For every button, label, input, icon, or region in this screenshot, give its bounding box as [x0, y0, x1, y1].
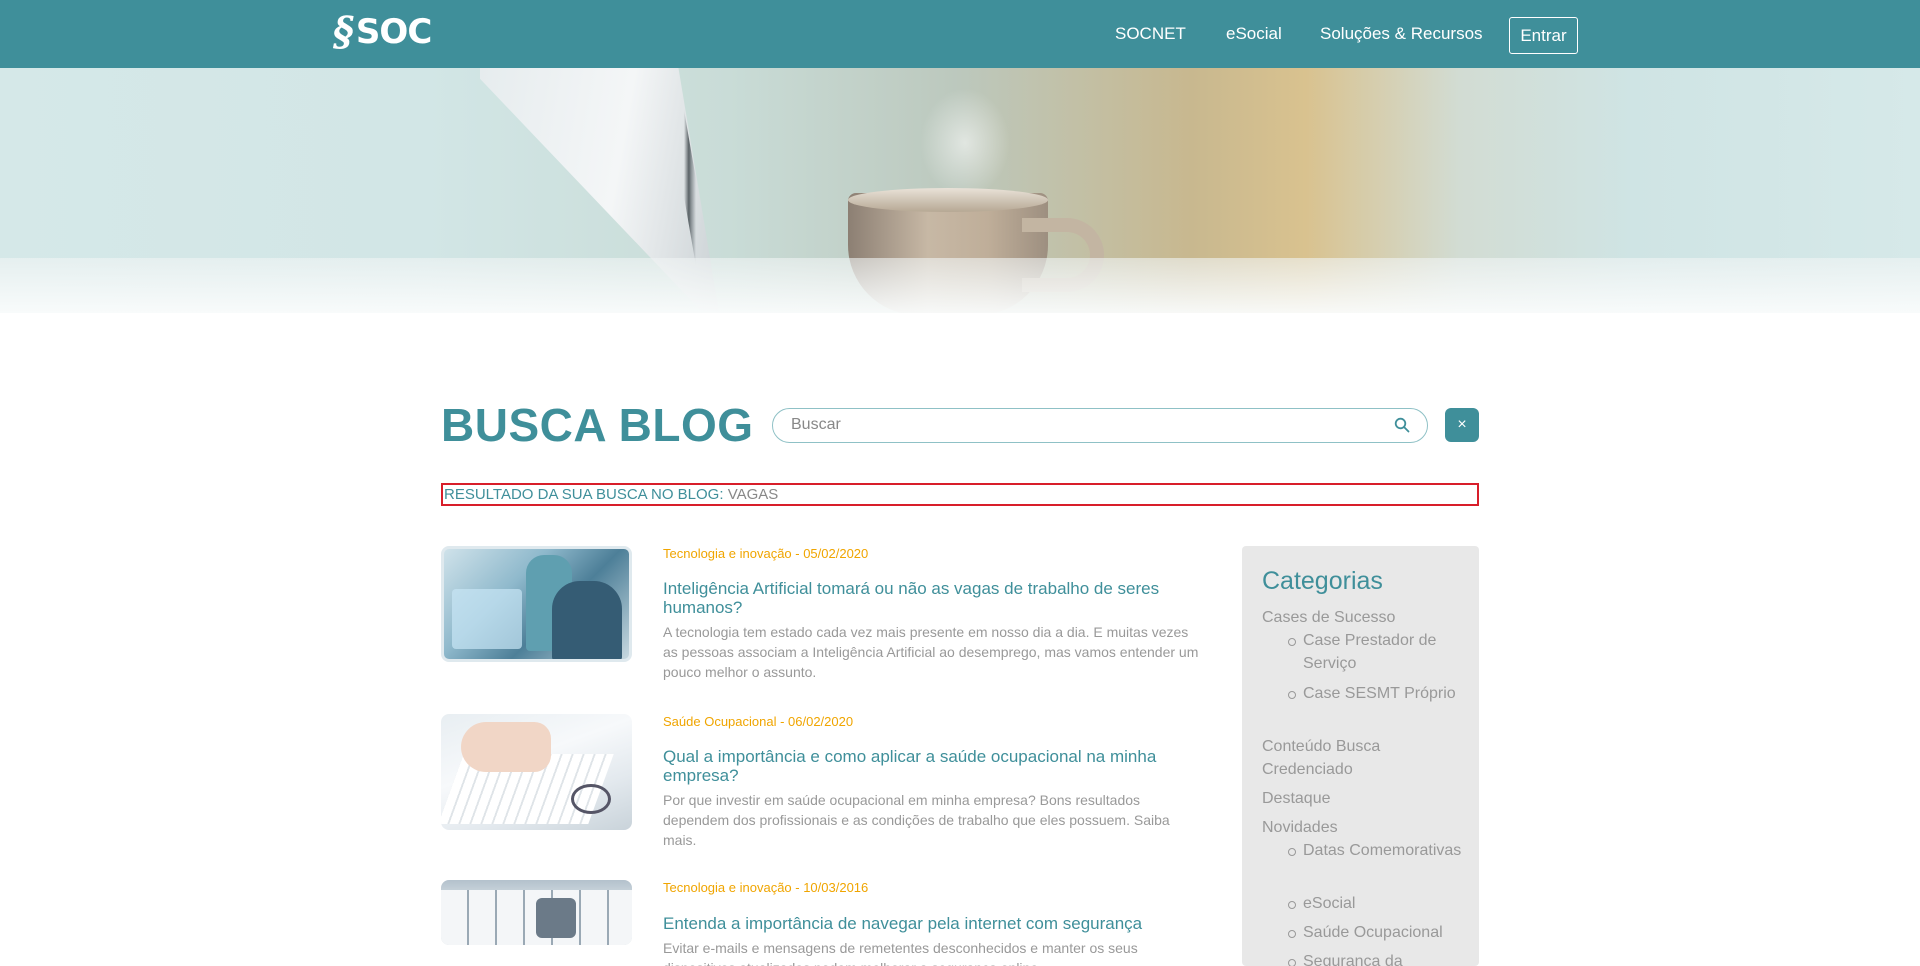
coffee-cup-rim-image [848, 188, 1048, 212]
post-title-link[interactable]: Entenda a importância de navegar pela in… [663, 914, 1198, 933]
bullet-icon [1288, 930, 1296, 938]
category-case-sesmt[interactable]: Case SESMT Próprio [1303, 682, 1468, 705]
category-case-prestador[interactable]: Case Prestador de Serviço [1303, 629, 1468, 675]
nav-solucoes-recursos[interactable]: Soluções & Recursos [1320, 24, 1483, 44]
bullet-icon [1288, 901, 1296, 909]
nav-esocial[interactable]: eSocial [1226, 24, 1282, 44]
post-thumbnail[interactable] [441, 880, 632, 945]
page-title: BUSCA BLOG [441, 399, 754, 451]
post-thumbnail[interactable] [441, 714, 632, 830]
category-datas-comemorativas[interactable]: Datas Comemorativas [1303, 839, 1468, 862]
screen-image [452, 589, 522, 649]
steam-image [920, 88, 1010, 198]
bullet-icon [1288, 848, 1296, 856]
blog-post-card: Saúde Ocupacional - 06/02/2020 Qual a im… [441, 714, 1201, 849]
blog-post-card: Tecnologia e inovação - 05/02/2020 Intel… [441, 546, 1201, 681]
search-box [772, 408, 1428, 443]
category-esocial[interactable]: eSocial [1303, 892, 1468, 915]
bullet-icon [1288, 691, 1296, 699]
result-term: VAGAS [727, 486, 779, 503]
category-novidades[interactable]: Novidades [1262, 816, 1467, 839]
categories-sidebar: Categorias Cases de Sucesso Case Prestad… [1242, 546, 1479, 966]
category-saude-ocupacional[interactable]: Saúde Ocupacional [1303, 921, 1468, 944]
hero-banner [0, 68, 1920, 313]
login-button[interactable]: Entrar [1509, 17, 1578, 54]
result-label: RESULTADO DA SUA BUSCA NO BLOG: [444, 486, 724, 503]
close-icon: × [1457, 416, 1467, 433]
post-meta: Saúde Ocupacional - 06/02/2020 [663, 714, 854, 729]
person-seated-image [552, 581, 622, 659]
categories-title: Categorias [1262, 567, 1383, 595]
post-excerpt: Evitar e-mails e mensagens de remetentes… [663, 940, 1138, 966]
bullet-icon [1288, 959, 1296, 966]
logo-swirl-icon: § [333, 8, 354, 55]
post-meta: Tecnologia e inovação - 10/03/2016 [663, 880, 869, 895]
clear-search-button[interactable]: × [1445, 408, 1479, 442]
blog-post-card: Tecnologia e inovação - 10/03/2016 Enten… [441, 880, 1201, 966]
post-thumbnail[interactable] [441, 546, 632, 662]
post-title-link[interactable]: Inteligência Artificial tomará ou não as… [663, 579, 1198, 617]
table-surface-image [0, 258, 1920, 313]
search-result-heading: RESULTADO DA SUA BUSCA NO BLOG: VAGAS [441, 483, 1479, 506]
post-meta: Tecnologia e inovação - 05/02/2020 [663, 546, 869, 561]
search-input[interactable] [791, 409, 1371, 441]
top-navigation-bar: § SOC SOCNET eSocial Soluções & Recursos… [0, 0, 1920, 68]
post-excerpt: A tecnologia tem estado cada vez mais pr… [663, 624, 1199, 680]
category-conteudo-busca[interactable]: Conteúdo Busca Credenciado [1262, 735, 1467, 781]
category-destaque[interactable]: Destaque [1262, 787, 1467, 810]
search-icon[interactable] [1394, 417, 1410, 433]
soc-logo[interactable]: § SOC [333, 8, 432, 55]
stethoscope-image [571, 784, 611, 814]
post-excerpt: Por que investir em saúde ocupacional em… [663, 792, 1170, 848]
category-seguranca[interactable]: Segurança da [1303, 950, 1468, 966]
category-cases-de-sucesso[interactable]: Cases de Sucesso [1262, 606, 1467, 629]
hand-image [461, 722, 551, 772]
bullet-icon [1288, 638, 1296, 646]
padlock-image [536, 898, 576, 938]
nav-socnet[interactable]: SOCNET [1115, 24, 1186, 44]
logo-text: SOC [355, 12, 432, 52]
post-title-link[interactable]: Qual a importância e como aplicar a saúd… [663, 747, 1198, 785]
